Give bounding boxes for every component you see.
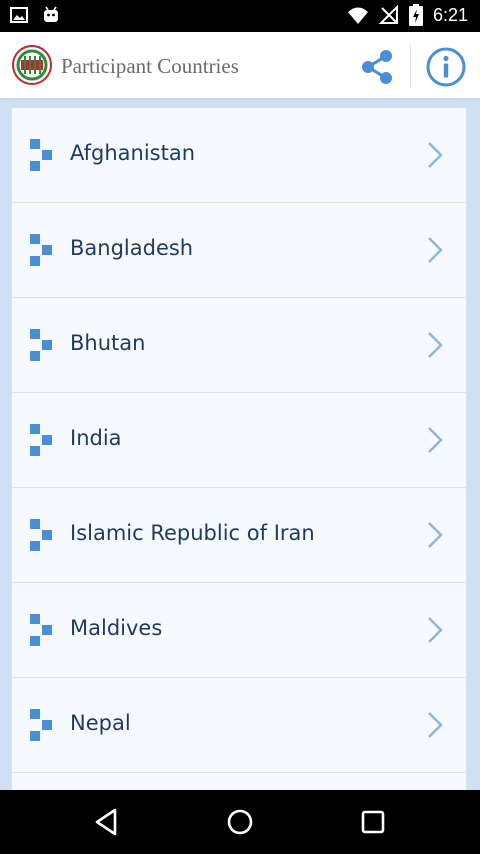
page-title: Participant Countries: [61, 54, 239, 78]
recents-icon[interactable]: [357, 806, 389, 838]
country-row[interactable]: Nepal: [12, 678, 466, 773]
country-name: Afghanistan: [70, 141, 196, 165]
country-row[interactable]: Islamic Republic of Iran: [12, 488, 466, 583]
info-icon[interactable]: [425, 46, 467, 88]
country-row[interactable]: Bhutan: [12, 298, 466, 393]
status-bar: 6:21: [0, 0, 480, 32]
app-bar: Participant Countries: [0, 32, 480, 100]
back-icon[interactable]: [91, 806, 123, 838]
bullet-icon: [30, 139, 52, 171]
bullet-icon: [30, 519, 52, 551]
chevron-right-icon: [428, 332, 443, 358]
no-signal-icon: [378, 5, 398, 24]
navigation-bar: [0, 790, 480, 854]
chevron-right-icon: [428, 142, 443, 168]
saarc-logo: [12, 45, 52, 85]
bullet-icon: [30, 234, 52, 266]
android-notification-icon: [44, 6, 58, 22]
image-notification-icon: [10, 7, 28, 23]
battery-charging-icon: [408, 4, 423, 26]
chevron-right-icon: [428, 237, 443, 263]
home-icon[interactable]: [224, 806, 256, 838]
country-name: Maldives: [70, 616, 163, 640]
chevron-right-icon: [428, 617, 443, 643]
share-icon[interactable]: [358, 49, 396, 85]
country-name: Bhutan: [70, 331, 146, 355]
country-list: Afghanistan Bangladesh Bhutan India Isla…: [12, 108, 466, 790]
country-row[interactable]: India: [12, 393, 466, 488]
wifi-icon: [347, 7, 368, 24]
chevron-right-icon: [428, 522, 443, 548]
bullet-icon: [30, 614, 52, 646]
country-name: Nepal: [70, 711, 131, 735]
country-name: Islamic Republic of Iran: [70, 521, 315, 545]
app-bar-divider: [410, 44, 411, 88]
status-time: 6:21: [432, 4, 468, 25]
country-row[interactable]: Bangladesh: [12, 203, 466, 298]
bullet-icon: [30, 329, 52, 361]
bullet-icon: [30, 709, 52, 741]
country-name: Bangladesh: [70, 236, 194, 260]
bullet-icon: [30, 424, 52, 456]
chevron-right-icon: [428, 427, 443, 453]
country-row[interactable]: Afghanistan: [12, 108, 466, 203]
country-row[interactable]: Maldives: [12, 583, 466, 678]
chevron-right-icon: [428, 712, 443, 738]
country-name: India: [70, 426, 122, 450]
